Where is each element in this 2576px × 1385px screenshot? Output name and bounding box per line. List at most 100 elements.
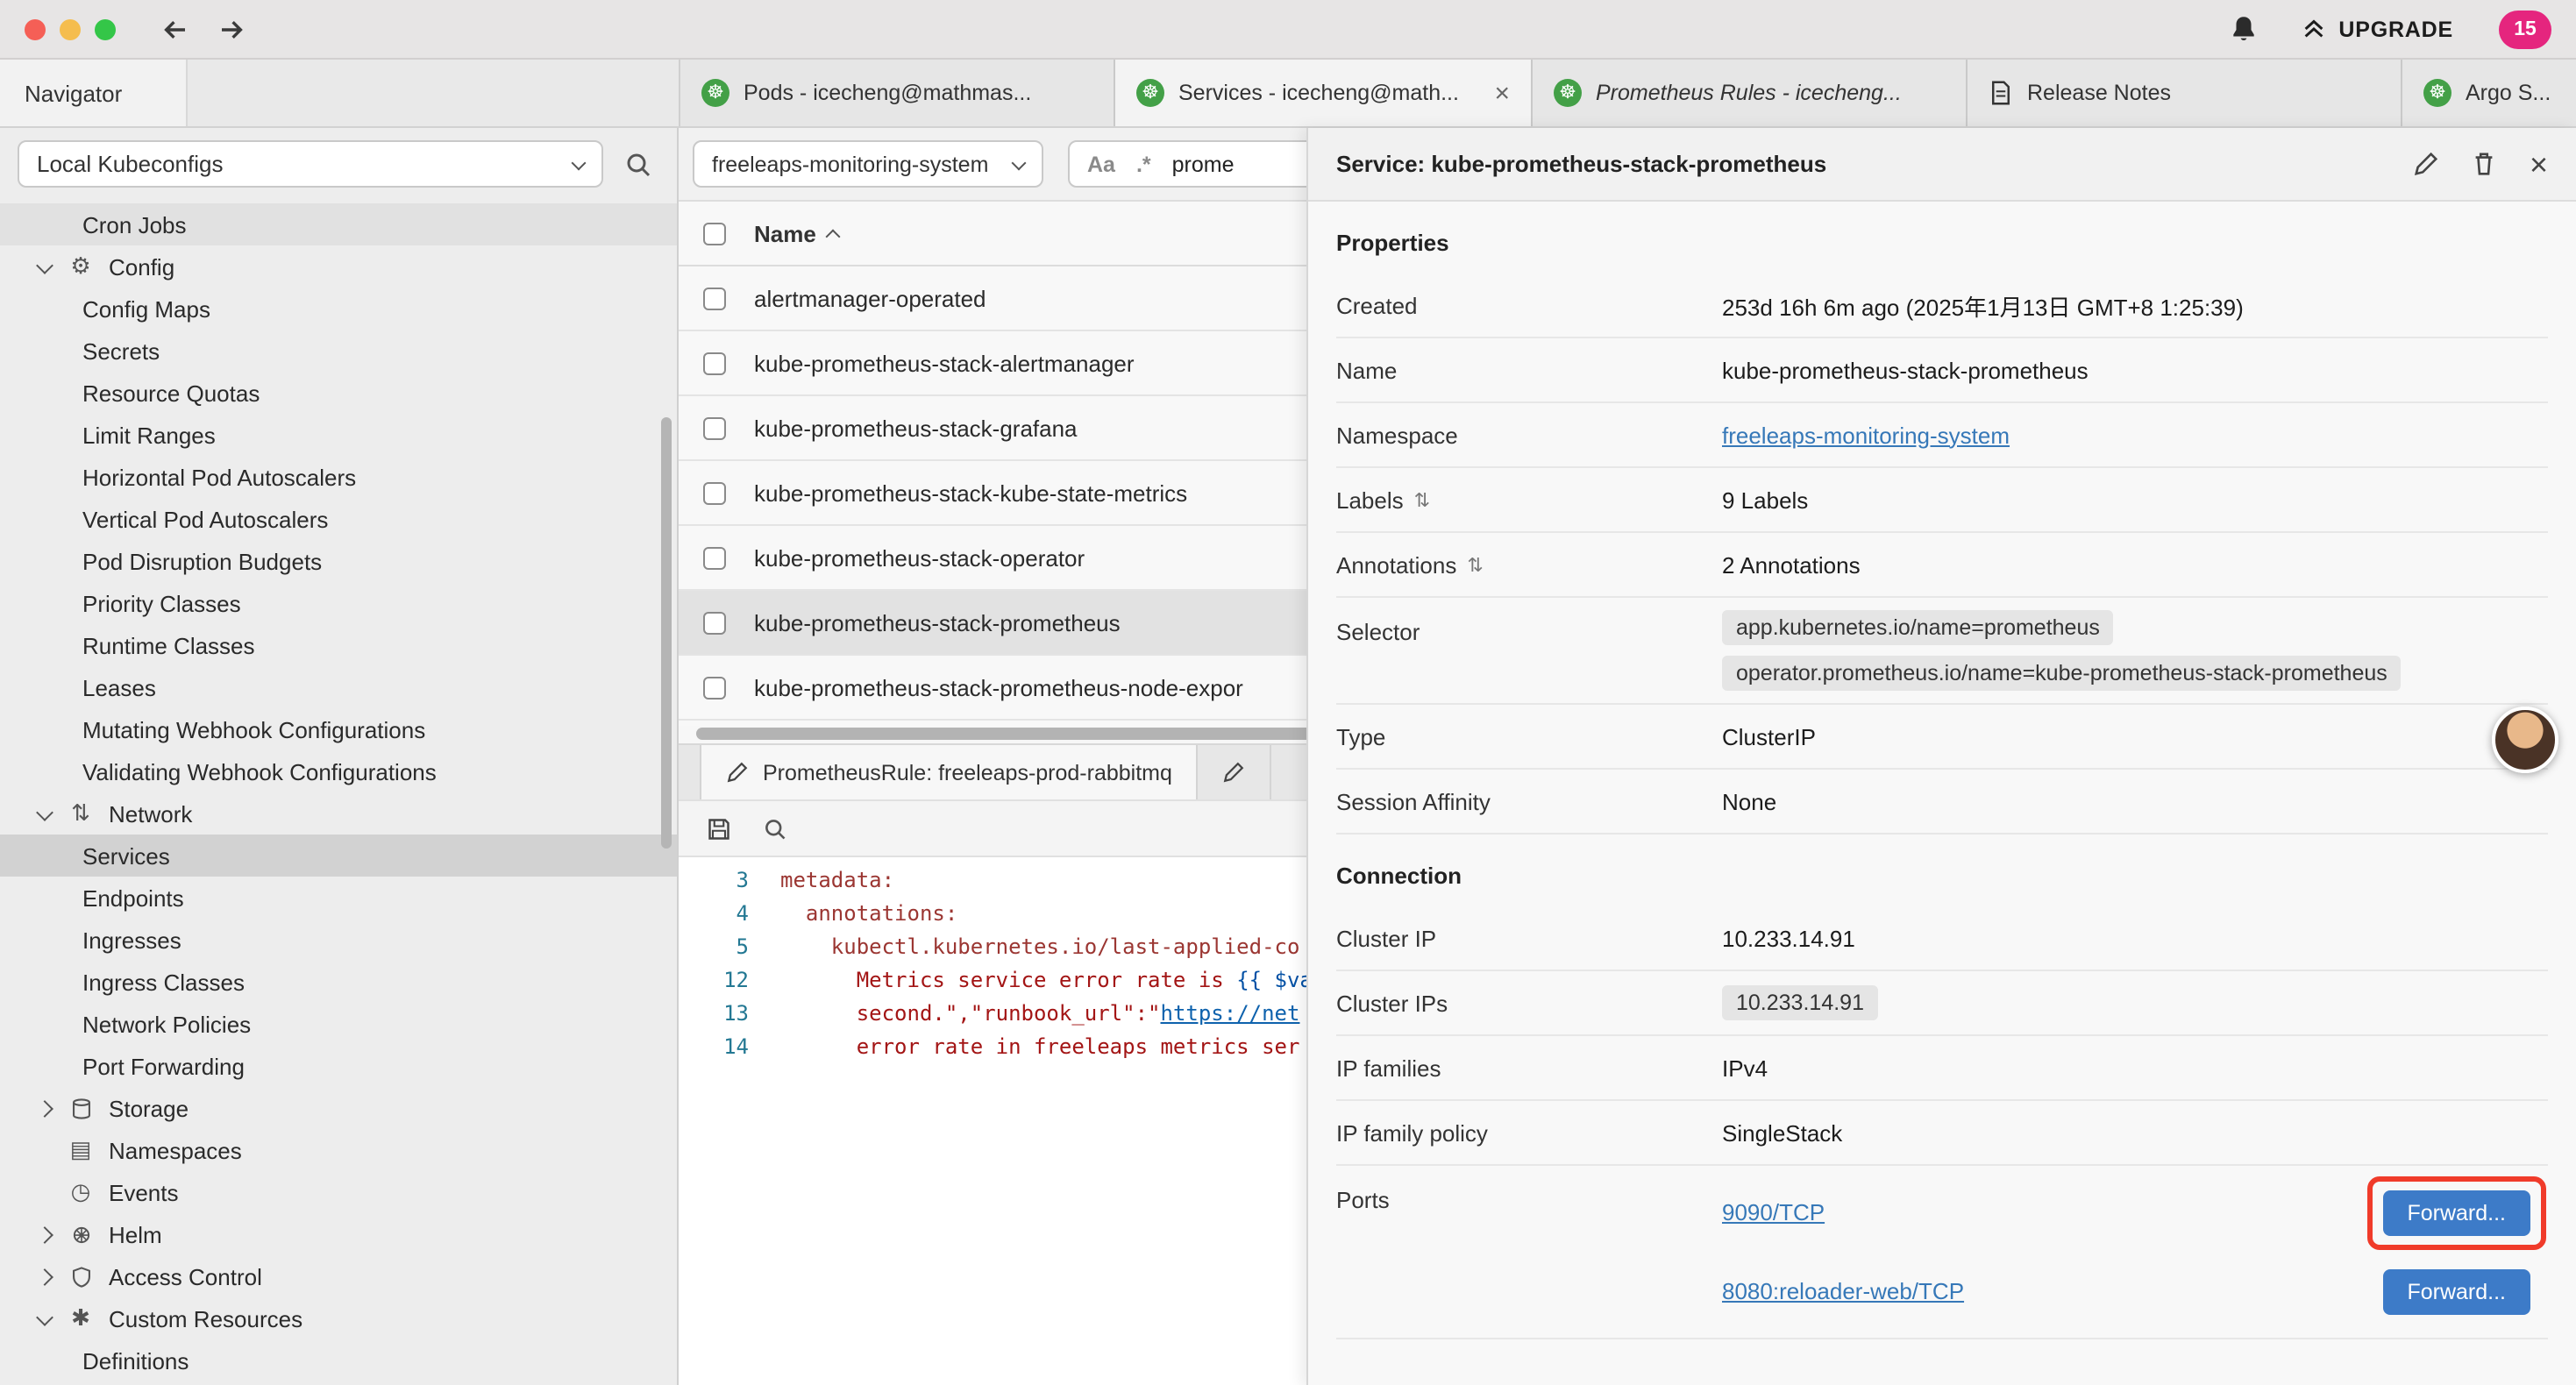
row-checkbox[interactable] (703, 676, 726, 699)
sidebar-item-runtime-classes[interactable]: Runtime Classes (0, 624, 677, 666)
close-panel-icon[interactable]: × (2530, 148, 2548, 180)
namespaces-icon: ▤ (65, 1136, 96, 1164)
property-value: freeleaps-monitoring-system (1722, 409, 2548, 460)
sidebar-item-label: Endpoints (82, 884, 184, 911)
back-button[interactable] (154, 8, 196, 50)
sidebar-item-leases[interactable]: Leases (0, 666, 677, 708)
row-checkbox[interactable] (703, 611, 726, 634)
sidebar-item-label: Storage (109, 1095, 189, 1121)
column-header-name[interactable]: Name (754, 220, 839, 246)
sidebar-item-mutating-webhook-configurations[interactable]: Mutating Webhook Configurations (0, 708, 677, 750)
editor-dock-tab-2[interactable] (1199, 745, 1272, 799)
row-checkbox[interactable] (703, 287, 726, 309)
sidebar-item-config-maps[interactable]: Config Maps (0, 288, 677, 330)
maximize-window-button[interactable] (95, 18, 116, 39)
sidebar-item-pod-disruption-budgets[interactable]: Pod Disruption Budgets (0, 540, 677, 582)
minimize-window-button[interactable] (60, 18, 81, 39)
sidebar-item-resource-quotas[interactable]: Resource Quotas (0, 372, 677, 414)
navigator-tab[interactable]: Navigator (0, 60, 188, 126)
property-label-text: Type (1336, 723, 1385, 749)
sidebar-item-access-control[interactable]: Access Control (0, 1255, 677, 1297)
sidebar-item-definitions[interactable]: Definitions (0, 1339, 677, 1381)
expand-icon[interactable]: ⇅ (1414, 488, 1430, 511)
search-icon[interactable] (763, 816, 787, 841)
sidebar-item-port-forwarding[interactable]: Port Forwarding (0, 1045, 677, 1087)
content: Local Kubeconfigs Cron Jobs⚙ConfigConfig… (0, 128, 2576, 1385)
sidebar-item-ingress-classes[interactable]: Ingress Classes (0, 961, 677, 1003)
sidebar-item-services[interactable]: Services (0, 835, 677, 877)
section-heading-properties: Properties (1336, 202, 2548, 273)
save-icon[interactable] (707, 816, 731, 841)
forward-button[interactable]: Forward... (2382, 1268, 2530, 1314)
kubernetes-icon: ☸ (701, 79, 729, 107)
tab-label: Prometheus Rules - icecheng... (1596, 81, 1945, 105)
tab-pods-icecheng-mathmas[interactable]: ☸Pods - icecheng@mathmas... (680, 60, 1115, 126)
sidebar-scrollbar[interactable] (661, 417, 672, 849)
sidebar-item-namespaces[interactable]: ▤Namespaces (0, 1129, 677, 1171)
sidebar-item-vertical-pod-autoscalers[interactable]: Vertical Pod Autoscalers (0, 498, 677, 540)
row-checkbox[interactable] (703, 481, 726, 504)
regex-toggle[interactable]: .* (1136, 152, 1151, 176)
tab-prometheus-rules-icecheng[interactable]: ☸Prometheus Rules - icecheng... (1533, 60, 1968, 126)
chevron-right-icon (35, 1270, 53, 1282)
search-icon[interactable] (624, 150, 652, 178)
tab-release-notes[interactable]: Release Notes (1968, 60, 2402, 126)
tab-label: Services - icecheng@math... (1178, 81, 1477, 105)
sidebar-item-label: Horizontal Pod Autoscalers (82, 464, 356, 490)
close-window-button[interactable] (25, 18, 46, 39)
tab-label: Release Notes (2027, 81, 2380, 105)
sidebar-item-ingresses[interactable]: Ingresses (0, 919, 677, 961)
forward-nav-button[interactable] (210, 8, 253, 50)
upgrade-button[interactable]: UPGRADE (2300, 16, 2453, 42)
sidebar-item-custom-resources[interactable]: ✱Custom Resources (0, 1297, 677, 1339)
close-icon[interactable]: × (1494, 80, 1510, 106)
editor-dock-tab[interactable]: PrometheusRule: freeleaps-prod-rabbitmq (700, 745, 1199, 799)
property-value: 2 Annotations (1722, 539, 2548, 590)
sidebar-item-limit-ranges[interactable]: Limit Ranges (0, 414, 677, 456)
chevron-down-icon (572, 155, 587, 170)
sidebar-item-secrets[interactable]: Secrets (0, 330, 677, 372)
property-label: Selector (1336, 598, 1722, 645)
kubeconfig-select[interactable]: Local Kubeconfigs (18, 140, 603, 188)
port-line: 9090/TCP Forward... (1722, 1178, 2548, 1246)
namespace-select[interactable]: freeleaps-monitoring-system (693, 140, 1043, 188)
sidebar-item-priority-classes[interactable]: Priority Classes (0, 582, 677, 624)
sidebar-item-label: Resource Quotas (82, 380, 260, 406)
notifications-bell-icon[interactable] (2228, 14, 2258, 44)
sidebar-item-network[interactable]: ⇅Network (0, 792, 677, 835)
user-avatar[interactable] (2492, 707, 2558, 773)
forward-button[interactable]: Forward... (2382, 1190, 2530, 1235)
row-checkbox[interactable] (703, 546, 726, 569)
expand-icon[interactable]: ⇅ (1467, 553, 1483, 576)
property-label-text: IP family policy (1336, 1119, 1488, 1146)
sidebar-item-helm[interactable]: Helm (0, 1213, 677, 1255)
sidebar-item-cron-jobs[interactable]: Cron Jobs (0, 203, 677, 245)
port-line: 8080:reloader-web/TCP Forward... (1722, 1257, 2548, 1325)
delete-icon[interactable] (2472, 151, 2498, 177)
property-row-ports: Ports9090/TCPForward...8080:reloader-web… (1336, 1166, 2548, 1339)
namespace-link[interactable]: freeleaps-monitoring-system (1722, 422, 2548, 448)
sidebar-item-network-policies[interactable]: Network Policies (0, 1003, 677, 1045)
port-link[interactable]: 9090/TCP (1722, 1199, 1825, 1225)
line-number: 5 (679, 931, 780, 964)
edit-icon[interactable] (2414, 151, 2440, 177)
select-all-checkbox[interactable] (703, 222, 726, 245)
sidebar-item-storage[interactable]: Storage (0, 1087, 677, 1129)
tab-argo-s[interactable]: ☸Argo S... (2402, 60, 2576, 126)
sidebar-item-horizontal-pod-autoscalers[interactable]: Horizontal Pod Autoscalers (0, 456, 677, 498)
sidebar-item-config[interactable]: ⚙Config (0, 245, 677, 288)
row-checkbox[interactable] (703, 416, 726, 439)
property-label-text: Selector (1336, 619, 1420, 645)
match-case-toggle[interactable]: Aa (1087, 152, 1115, 176)
notification-badge[interactable]: 15 (2499, 10, 2551, 48)
service-name: kube-prometheus-stack-prometheus-node-ex… (754, 674, 1243, 700)
sidebar-item-validating-webhook-configurations[interactable]: Validating Webhook Configurations (0, 750, 677, 792)
sidebar-item-endpoints[interactable]: Endpoints (0, 877, 677, 919)
sidebar-item-label: Mutating Webhook Configurations (82, 716, 425, 742)
config-icon: ⚙ (65, 252, 96, 281)
tab-services-icecheng-math[interactable]: ☸Services - icecheng@math...× (1115, 60, 1533, 126)
property-row-name: Namekube-prometheus-stack-prometheus (1336, 338, 2548, 403)
row-checkbox[interactable] (703, 352, 726, 374)
sidebar-item-events[interactable]: ◷Events (0, 1171, 677, 1213)
port-link[interactable]: 8080:reloader-web/TCP (1722, 1278, 1964, 1304)
